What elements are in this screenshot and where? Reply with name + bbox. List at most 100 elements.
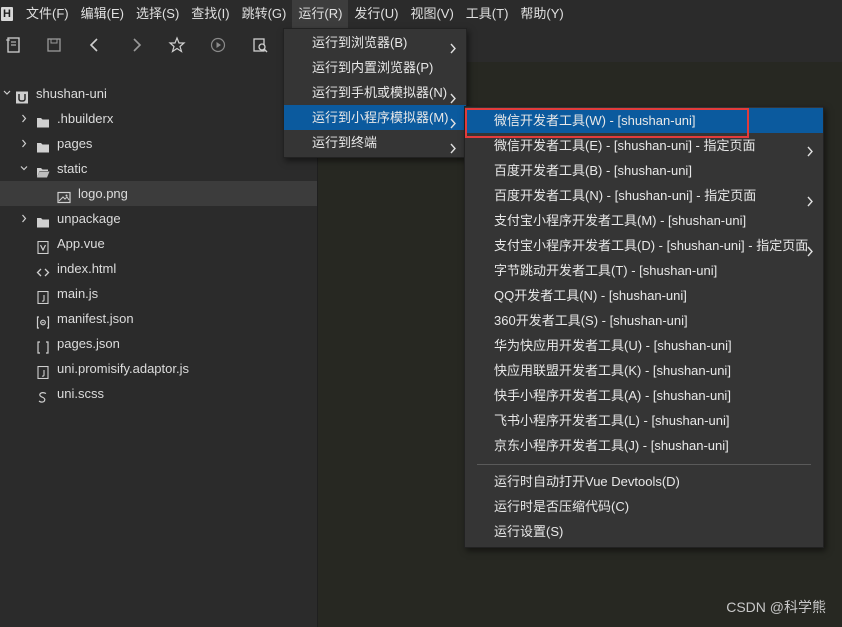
tree-item[interactable]: uni.promisify.adaptor.js xyxy=(0,356,317,381)
miniprogram-menu-item-label: 百度开发者工具(B) - [shushan-uni] xyxy=(494,163,692,178)
miniprogram-menu-item[interactable]: 百度开发者工具(B) - [shushan-uni] xyxy=(465,158,823,183)
menu-4[interactable]: 跳转(G) xyxy=(236,0,293,28)
menubar-items: 文件(F) 编辑(E) 选择(S) 查找(I) 跳转(G) 运行(R) 发行(U) 视图(V)… xyxy=(20,0,570,28)
submenu-arrow-icon xyxy=(449,137,457,154)
new-file-icon[interactable] xyxy=(4,35,24,55)
submenu-arrow-icon xyxy=(449,37,457,54)
project-explorer: shushan-uni .hbuilderx pages static logo.pn… xyxy=(0,62,318,627)
run-menu-item-label: 运行到终端 xyxy=(312,135,378,150)
miniprogram-menu-item[interactable]: 360开发者工具(S) - [shushan-uni] xyxy=(465,308,823,333)
run-menu-item[interactable]: 运行到内置浏览器(P) xyxy=(284,55,466,80)
chevron-down-icon xyxy=(2,81,12,106)
chevron-right-icon[interactable] xyxy=(19,106,29,131)
tree-item-label: unpackage xyxy=(57,211,121,226)
run-menu-item[interactable]: 运行到手机或模拟器(N) xyxy=(284,80,466,105)
miniprogram-option-label: 运行时自动打开Vue Devtools(D) xyxy=(494,474,680,489)
save-icon[interactable] xyxy=(44,35,64,55)
run-menu-item[interactable]: 运行到终端 xyxy=(284,130,466,155)
tree-item-label: pages xyxy=(57,136,93,151)
miniprogram-menu-item[interactable]: 华为快应用开发者工具(U) - [shushan-uni] xyxy=(465,333,823,358)
run-menu-item[interactable]: 运行到浏览器(B) xyxy=(284,30,466,55)
tree-item[interactable]: manifest.json xyxy=(0,306,317,331)
project-name: shushan-uni xyxy=(36,86,107,101)
json-file-icon xyxy=(36,337,50,354)
tree-item[interactable]: unpackage xyxy=(0,206,317,231)
submenu-arrow-icon xyxy=(806,140,814,157)
chevron-right-icon[interactable] xyxy=(19,206,29,231)
menu-7[interactable]: 视图(V) xyxy=(404,0,459,28)
tree-item[interactable]: App.vue xyxy=(0,231,317,256)
submenu-arrow-icon xyxy=(806,240,814,257)
miniprogram-menu-item[interactable]: 京东小程序开发者工具(J) - [shushan-uni] xyxy=(465,433,823,458)
miniprogram-menu-item[interactable]: 百度开发者工具(N) - [shushan-uni] - 指定页面 xyxy=(465,183,823,208)
folder-icon xyxy=(36,112,50,128)
menu-separator xyxy=(477,464,811,465)
tree-item[interactable]: uni.scss xyxy=(0,381,317,406)
folder-icon xyxy=(36,137,50,153)
miniprogram-menu-item-label: 飞书小程序开发者工具(L) - [shushan-uni] xyxy=(494,413,730,428)
forward-icon[interactable] xyxy=(126,35,146,55)
menubar: H 文件(F) 编辑(E) 选择(S) 查找(I) 跳转(G) 运行(R) 发行(U) 视图(… xyxy=(0,0,842,28)
miniprogram-menu-item[interactable]: 支付宝小程序开发者工具(M) - [shushan-uni] xyxy=(465,208,823,233)
folder-icon xyxy=(36,212,50,228)
tree-item-label: main.js xyxy=(57,286,99,301)
html-file-icon xyxy=(36,262,50,277)
menu-2[interactable]: 选择(S) xyxy=(130,0,185,28)
miniprogram-option-item[interactable]: 运行时是否压缩代码(C) xyxy=(465,494,823,519)
tree-item[interactable]: logo.png xyxy=(0,181,317,206)
miniprogram-menu-item-label: 快手小程序开发者工具(A) - [shushan-uni] xyxy=(494,388,731,403)
miniprogram-menu-item[interactable]: 字节跳动开发者工具(T) - [shushan-uni] xyxy=(465,258,823,283)
tree-item[interactable]: index.html xyxy=(0,256,317,281)
menu-1[interactable]: 编辑(E) xyxy=(75,0,130,28)
vue-file-icon xyxy=(36,237,50,255)
tree-item[interactable]: pages.json xyxy=(0,331,317,356)
miniprogram-menu-item[interactable]: 飞书小程序开发者工具(L) - [shushan-uni] xyxy=(465,408,823,433)
chevron-right-icon[interactable] xyxy=(19,131,29,156)
folder-open-icon xyxy=(36,162,50,178)
miniprogram-option-item[interactable]: 运行时自动打开Vue Devtools(D) xyxy=(465,469,823,494)
miniprogram-menu-item-label: 华为快应用开发者工具(U) - [shushan-uni] xyxy=(494,338,732,353)
miniprogram-submenu: 微信开发者工具(W) - [shushan-uni] 微信开发者工具(E) - [… xyxy=(464,106,824,548)
miniprogram-menu-item[interactable]: 快手小程序开发者工具(A) - [shushan-uni] xyxy=(465,383,823,408)
js-file-icon xyxy=(36,287,50,305)
tree-item[interactable]: static xyxy=(0,156,317,181)
tree-item-label: index.html xyxy=(57,261,117,276)
browser-preview-icon[interactable] xyxy=(250,35,270,55)
scss-file-icon xyxy=(36,387,50,403)
run-menu-item-label: 运行到浏览器(B) xyxy=(312,35,408,50)
menu-3[interactable]: 查找(I) xyxy=(185,0,235,28)
miniprogram-menu-item-label: QQ开发者工具(N) - [shushan-uni] xyxy=(494,288,687,303)
run-menu-item[interactable]: 运行到小程序模拟器(M) xyxy=(284,105,466,130)
menu-9[interactable]: 帮助(Y) xyxy=(514,0,569,28)
miniprogram-menu-item-label: 支付宝小程序开发者工具(M) - [shushan-uni] xyxy=(494,213,747,228)
tree-item-label: uni.promisify.adaptor.js xyxy=(57,361,189,376)
tree-item[interactable]: pages xyxy=(0,131,317,156)
annotation-highlight-box xyxy=(465,108,749,138)
miniprogram-option-label: 运行时是否压缩代码(C) xyxy=(494,499,630,514)
tree-item-label: App.vue xyxy=(57,236,105,251)
chevron-down-icon[interactable] xyxy=(19,156,29,181)
run-icon[interactable] xyxy=(208,35,228,55)
miniprogram-menu-item-label: 支付宝小程序开发者工具(D) - [shushan-uni] - 指定页面 xyxy=(494,238,809,253)
menu-6[interactable]: 发行(U) xyxy=(348,0,404,28)
back-icon[interactable] xyxy=(85,35,105,55)
project-root[interactable]: shushan-uni xyxy=(0,81,317,106)
star-icon[interactable] xyxy=(167,35,187,55)
miniprogram-menu-item[interactable]: 快应用联盟开发者工具(K) - [shushan-uni] xyxy=(465,358,823,383)
miniprogram-menu-item[interactable]: QQ开发者工具(N) - [shushan-uni] xyxy=(465,283,823,308)
tree-item[interactable]: .hbuilderx xyxy=(0,106,317,131)
menu-5[interactable]: 运行(R) xyxy=(292,0,349,28)
menu-0[interactable]: 文件(F) xyxy=(20,0,75,28)
tree-item-label: .hbuilderx xyxy=(57,111,114,126)
js-file-icon xyxy=(36,362,50,380)
run-menu-item-label: 运行到内置浏览器(P) xyxy=(312,60,434,75)
miniprogram-option-item[interactable]: 运行设置(S) xyxy=(465,519,823,544)
tree-item[interactable]: main.js xyxy=(0,281,317,306)
submenu-arrow-icon xyxy=(806,190,814,207)
miniprogram-menu-item[interactable]: 支付宝小程序开发者工具(D) - [shushan-uni] - 指定页面 xyxy=(465,233,823,258)
miniprogram-menu-item-label: 360开发者工具(S) - [shushan-uni] xyxy=(494,313,688,328)
tree-item-label: manifest.json xyxy=(57,311,134,326)
miniprogram-option-label: 运行设置(S) xyxy=(494,524,564,539)
hbuilderx-logo-icon: H xyxy=(1,7,13,21)
menu-8[interactable]: 工具(T) xyxy=(460,0,515,28)
